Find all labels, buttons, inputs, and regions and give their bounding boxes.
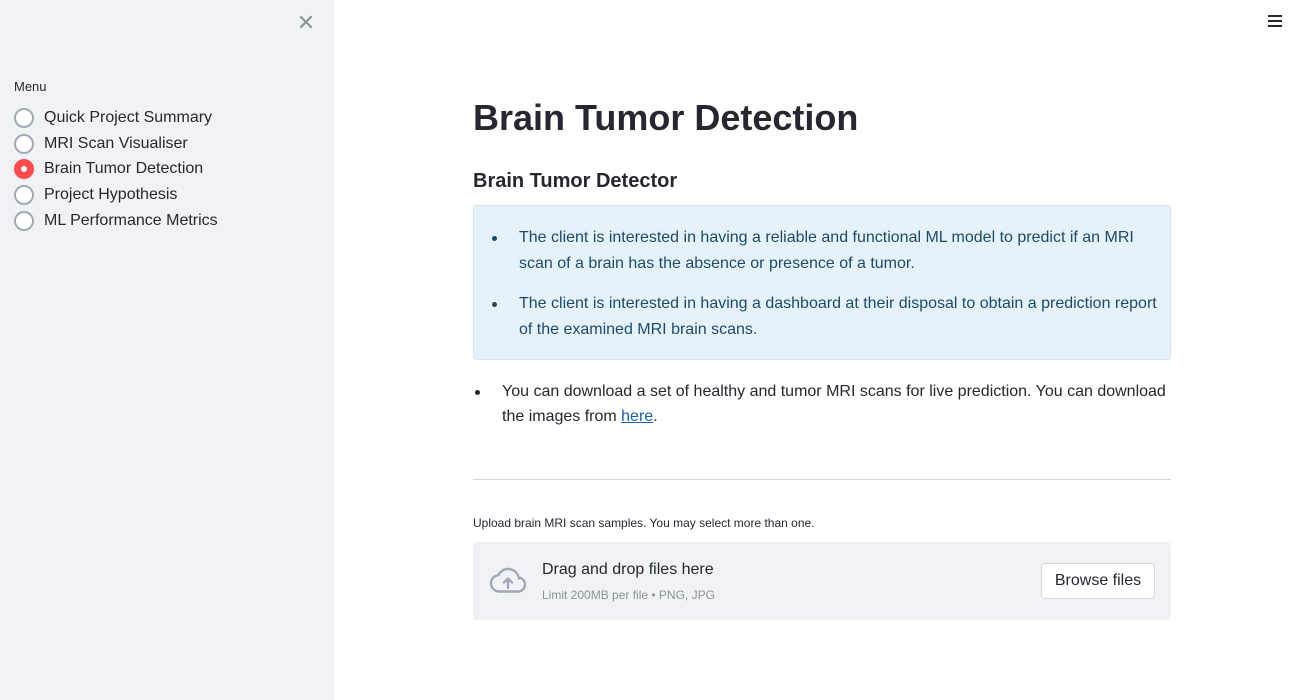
sidebar: ✕ Menu Quick Project Summary MRI Scan Vi…	[0, 0, 334, 700]
browse-files-button[interactable]: Browse files	[1041, 563, 1155, 599]
divider	[473, 479, 1171, 480]
info-box: The client is interested in having a rel…	[473, 205, 1171, 360]
menu-label: Menu	[14, 79, 47, 94]
menu-option-label: ML Performance Metrics	[44, 212, 218, 230]
download-text: You can download a set of healthy and tu…	[502, 383, 1166, 425]
hamburger-line	[1268, 15, 1282, 17]
menu-option-mri-scan-visualiser[interactable]: MRI Scan Visualiser	[14, 131, 218, 157]
hamburger-line	[1268, 20, 1282, 22]
download-suffix: .	[653, 408, 658, 425]
info-bullet: The client is interested in having a rel…	[492, 225, 1159, 277]
menu-option-quick-project-summary[interactable]: Quick Project Summary	[14, 105, 218, 131]
page-title: Brain Tumor Detection	[473, 97, 859, 138]
menu-option-label: Brain Tumor Detection	[44, 160, 204, 178]
menu-option-label: Quick Project Summary	[44, 108, 213, 126]
uploader-label: Upload brain MRI scan samples. You may s…	[473, 516, 815, 530]
file-dropzone[interactable]: Drag and drop files here Limit 200MB per…	[473, 542, 1171, 620]
radio-unselected-icon[interactable]	[14, 107, 34, 128]
radio-unselected-icon[interactable]	[14, 185, 34, 206]
menu-option-label: Project Hypothesis	[44, 186, 178, 204]
info-bullet: The client is interested in having a das…	[492, 291, 1159, 343]
download-bullet-list: You can download a set of healthy and tu…	[473, 379, 1172, 429]
menu-option-brain-tumor-detection[interactable]: Brain Tumor Detection	[14, 157, 218, 183]
hamburger-menu-icon[interactable]	[1268, 15, 1282, 29]
radio-selected-icon[interactable]	[14, 159, 34, 180]
dropzone-title: Drag and drop files here	[542, 561, 714, 578]
menu-radio-group: Quick Project Summary MRI Scan Visualise…	[14, 105, 218, 234]
dropzone-limit-text: Limit 200MB per file • PNG, JPG	[542, 588, 715, 602]
menu-option-label: MRI Scan Visualiser	[44, 134, 188, 152]
menu-option-ml-performance-metrics[interactable]: ML Performance Metrics	[14, 208, 218, 234]
radio-unselected-icon[interactable]	[14, 211, 34, 232]
download-bullet: You can download a set of healthy and tu…	[473, 379, 1172, 429]
close-sidebar-icon[interactable]: ✕	[296, 12, 316, 34]
menu-option-project-hypothesis[interactable]: Project Hypothesis	[14, 182, 218, 208]
app-root: ✕ Menu Quick Project Summary MRI Scan Vi…	[0, 0, 1306, 700]
hamburger-line	[1268, 25, 1282, 27]
cloud-upload-icon	[489, 567, 527, 593]
section-subheader: Brain Tumor Detector	[473, 170, 678, 192]
download-link[interactable]: here	[621, 408, 653, 425]
radio-unselected-icon[interactable]	[14, 133, 34, 154]
